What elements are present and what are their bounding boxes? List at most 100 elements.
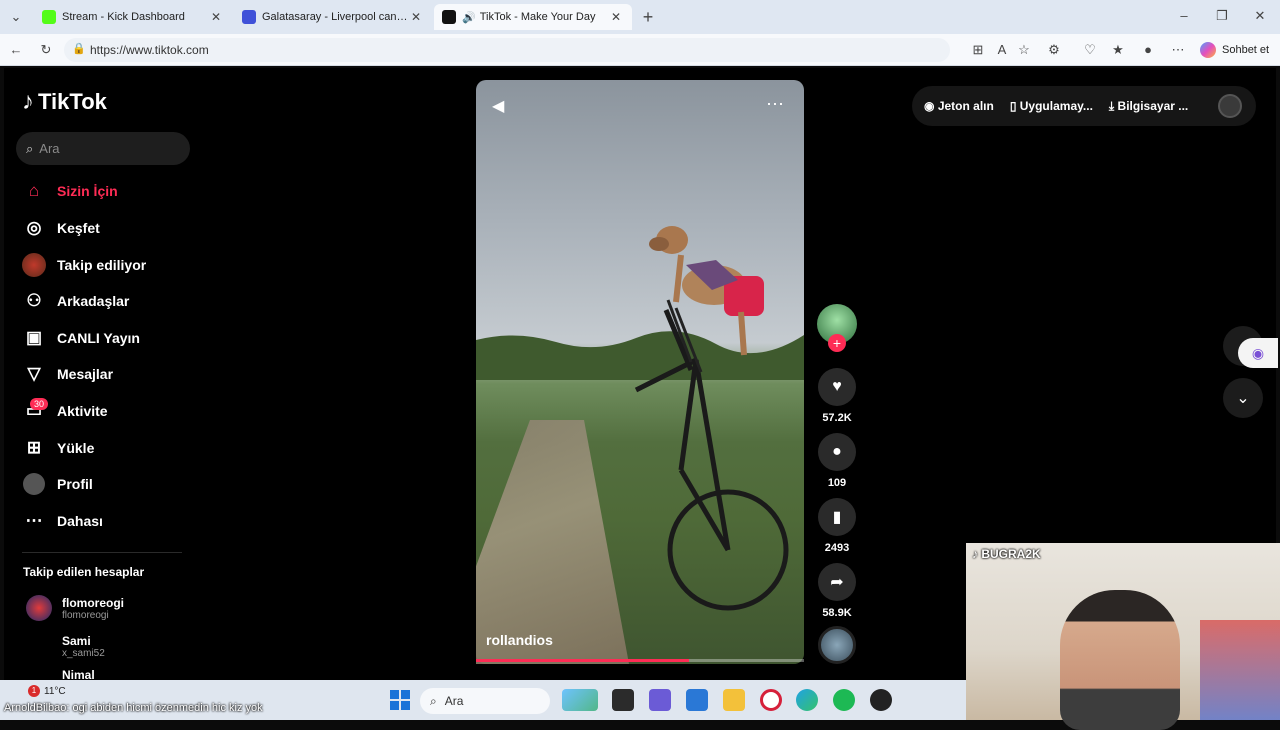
nav-messages[interactable]: ▽ Mesajlar — [22, 360, 113, 388]
save-button[interactable]: ▮ — [818, 498, 856, 536]
share-button[interactable]: ➦ — [818, 563, 856, 601]
apps-icon[interactable]: ⊞ — [968, 40, 988, 60]
opera-icon[interactable] — [760, 689, 782, 711]
profile-icon[interactable]: ● — [1138, 40, 1158, 60]
logo-text: TikTok — [38, 89, 107, 114]
search-icon: ⌕ — [430, 693, 437, 708]
tab-title: Galatasaray - Liverpool canlı skor, — [262, 11, 408, 23]
video-more-icon[interactable]: ⋯ — [766, 94, 785, 115]
tiktok-note-icon: ♪ — [972, 547, 982, 561]
taskbar-search-label: Ara — [444, 694, 464, 708]
url-field[interactable]: 🔒 https://www.tiktok.com — [64, 38, 950, 62]
nav-label: Mesajlar — [57, 366, 114, 382]
next-video-button[interactable]: ⌄ — [1223, 378, 1263, 418]
search-input[interactable]: ⌕ Ara — [16, 132, 190, 165]
copilot-label: Sohbet et — [1222, 44, 1270, 56]
tab-tiktok[interactable]: 🔊 TikTok - Make Your Day ✕ — [434, 4, 632, 30]
comment-count: 109 — [827, 477, 847, 489]
favorites-icon[interactable]: ★ — [1108, 40, 1128, 60]
refresh-icon[interactable]: ↻ — [36, 40, 56, 60]
activity-badge: 30 — [30, 398, 49, 410]
get-app-button[interactable]: ▯ Uygulamay... — [1010, 99, 1093, 113]
nav-label: Yükle — [57, 440, 95, 456]
like-count: 57.2K — [822, 412, 852, 424]
tab-kick[interactable]: Stream - Kick Dashboard ✕ — [34, 4, 232, 30]
profile-avatar — [22, 472, 46, 496]
video-author[interactable]: rollandios — [486, 632, 553, 648]
score-favicon-icon — [242, 10, 256, 24]
home-icon: ⌂ — [28, 181, 40, 200]
tiktok-logo[interactable]: ♪ TikTok — [22, 88, 107, 116]
webcam-background — [1200, 620, 1280, 720]
browser-essentials-icon[interactable]: ♡ — [1080, 40, 1100, 60]
close-tab-icon[interactable]: ✕ — [408, 10, 424, 24]
chevron-down-icon: ⌄ — [1236, 390, 1250, 407]
follow-plus-icon[interactable]: + — [828, 334, 846, 352]
app-icon[interactable] — [870, 689, 892, 711]
new-tab-icon[interactable]: + — [638, 7, 658, 27]
teams-icon[interactable] — [649, 689, 671, 711]
lock-icon: 🔒 — [72, 43, 86, 55]
sidebar-divider — [22, 552, 182, 553]
windows-start-icon[interactable] — [390, 690, 410, 710]
nav-more[interactable]: ⋯ Dahası — [22, 507, 103, 535]
avatar — [26, 633, 52, 659]
floating-widget[interactable]: ◉ — [1238, 338, 1278, 368]
task-view-icon[interactable] — [612, 689, 634, 711]
nav-profile[interactable]: Profil — [22, 470, 93, 498]
nav-label: Keşfet — [57, 220, 100, 236]
back-icon[interactable]: ← — [6, 40, 26, 60]
followed-account[interactable]: flomoreogi flomoreogi — [26, 595, 124, 621]
nav-live[interactable]: ▣ CANLI Yayın — [22, 324, 140, 352]
account-name: Nimal — [62, 670, 95, 680]
followed-account[interactable]: Sami x_sami52 — [26, 633, 105, 659]
file-explorer-icon[interactable] — [723, 689, 745, 711]
weather-widget[interactable]: 11°C — [44, 686, 66, 697]
minimize-icon[interactable]: – — [1174, 6, 1194, 26]
account-name: Sami — [62, 633, 91, 648]
spotify-icon[interactable] — [833, 689, 855, 711]
translate-icon[interactable]: A — [992, 40, 1012, 60]
extensions-icon[interactable]: ⚙ — [1044, 40, 1064, 60]
save-count: 2493 — [824, 542, 850, 554]
download-icon: ⤓ — [1108, 98, 1118, 113]
get-coins-button[interactable]: ◉ Jeton alın — [924, 99, 994, 113]
nav-following[interactable]: Takip ediliyor — [22, 251, 146, 279]
store-icon[interactable] — [686, 689, 708, 711]
account-name: flomoreogi — [62, 595, 124, 610]
taskbar-search[interactable]: ⌕ Ara — [420, 688, 550, 714]
phone-icon: ▯ — [1009, 99, 1020, 113]
edge-icon[interactable] — [796, 689, 818, 711]
nav-friends[interactable]: ⚇ Arkadaşlar — [22, 287, 129, 315]
nav-explore[interactable]: ◎ Keşfet — [22, 214, 100, 242]
upload-icon: ⊞ — [26, 438, 42, 457]
settings-more-icon[interactable]: ⋯ — [1168, 40, 1188, 60]
comment-button[interactable]: ● — [818, 433, 856, 471]
copilot-button[interactable]: Sohbet et — [1200, 40, 1276, 60]
avatar — [26, 670, 52, 680]
close-tab-icon[interactable]: ✕ — [608, 10, 624, 24]
nav-label: Profil — [57, 476, 93, 492]
friends-icon: ⚇ — [26, 291, 42, 310]
like-button[interactable]: ♥ — [818, 368, 856, 406]
nav-label: Sizin İçin — [57, 183, 118, 199]
window-close-icon[interactable]: ✕ — [1250, 6, 1270, 26]
volume-icon[interactable]: ◀ — [492, 96, 504, 116]
tab-list-icon[interactable]: ⌄ — [6, 7, 26, 27]
close-tab-icon[interactable]: ✕ — [208, 10, 224, 24]
messages-icon: ▽ — [27, 364, 41, 383]
favorite-star-icon[interactable]: ☆ — [1014, 40, 1034, 60]
heart-icon: ♥ — [832, 378, 842, 395]
desktop-app-button[interactable]: ⤓ Bilgisayar ... — [1109, 99, 1188, 114]
speaker-icon[interactable]: 🔊 — [462, 11, 476, 24]
widgets-icon[interactable] — [562, 689, 598, 711]
followed-account[interactable]: Nimal — [26, 670, 95, 680]
nav-for-you[interactable]: ⌂ Sizin İçin — [22, 177, 118, 205]
account-handle: flomoreogi — [62, 609, 109, 621]
tab-galatasaray[interactable]: Galatasaray - Liverpool canlı skor, ✕ — [234, 4, 432, 30]
restore-icon[interactable]: ❐ — [1212, 6, 1232, 26]
music-disc[interactable] — [818, 626, 856, 664]
nav-upload[interactable]: ⊞ Yükle — [22, 434, 94, 462]
user-avatar[interactable] — [1218, 94, 1242, 118]
temperature: 11°C — [44, 686, 66, 697]
